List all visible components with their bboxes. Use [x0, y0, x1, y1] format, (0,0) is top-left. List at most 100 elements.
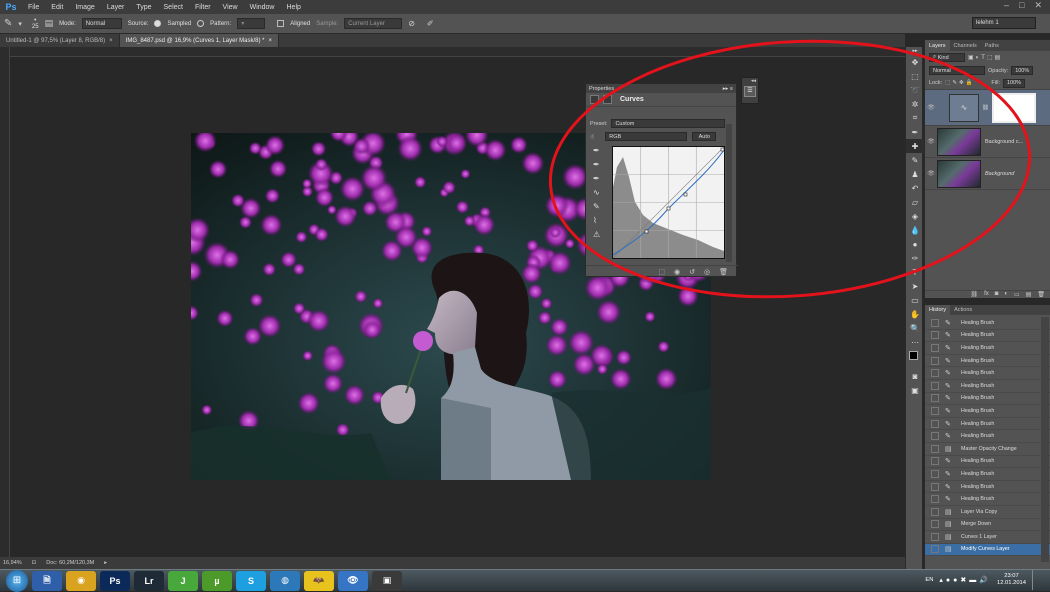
taskbar-batman-icon[interactable]: 🦇 [304, 570, 334, 591]
tool-preset-dropdown[interactable]: ▾ [18, 20, 22, 28]
visibility-eye-icon[interactable]: 👁 [925, 104, 937, 111]
shape-tool-icon[interactable]: ▭ [906, 293, 924, 307]
history-snapshot-checkbox[interactable] [931, 469, 939, 478]
clone-stamp-tool-icon[interactable]: ✎ [4, 18, 12, 29]
source-pattern-radio[interactable] [197, 20, 205, 27]
gray-point-eyedropper-icon[interactable]: ✒ [593, 160, 600, 169]
menu-file[interactable]: File [22, 4, 45, 11]
clock[interactable]: 23:07 12.01.2014 [997, 573, 1026, 587]
history-snapshot-checkbox[interactable] [931, 545, 939, 554]
menu-edit[interactable]: Edit [45, 4, 69, 11]
menu-type[interactable]: Type [130, 4, 157, 11]
collapse-toolbar-icon[interactable]: ▸▸ [906, 47, 924, 55]
mode-select[interactable]: Normal [81, 18, 122, 29]
pattern-picker[interactable]: ▾ [237, 18, 266, 29]
color-swatches[interactable] [906, 349, 924, 369]
paint-bucket-tool-icon[interactable]: ◈ [906, 209, 924, 223]
move-tool-icon[interactable]: ✥ [906, 55, 924, 69]
history-snapshot-checkbox[interactable] [931, 457, 939, 466]
tab-channels[interactable]: Channels [950, 40, 981, 51]
foreground-color-swatch[interactable] [909, 351, 918, 360]
history-snapshot-checkbox[interactable] [931, 369, 939, 378]
layer-style-icon[interactable]: fx [984, 291, 989, 298]
ignore-adjustment-layers-icon[interactable]: ⊘ [408, 19, 415, 28]
zoom-tool-icon[interactable]: 🔍 [906, 321, 924, 335]
crop-tool-icon[interactable]: ⌗ [906, 111, 924, 125]
language-indicator[interactable]: EN [925, 577, 933, 583]
history-item[interactable]: ✎ Healing Brush [925, 355, 1050, 368]
taskbar-browser-icon[interactable]: ◍ [270, 570, 300, 591]
layer-row-background-copy[interactable]: 👁 Background c... [925, 126, 1050, 158]
screen-mode-icon[interactable]: ▣ [906, 383, 924, 397]
history-snapshot-checkbox[interactable] [931, 406, 939, 415]
eyedropper-tool-icon[interactable]: ✒ [906, 125, 924, 139]
status-arrow-icon[interactable]: ▸ [104, 560, 107, 566]
history-snapshot-checkbox[interactable] [931, 444, 939, 453]
history-snapshot-checkbox[interactable] [931, 343, 939, 352]
taskbar-jdownloader-icon[interactable]: J [168, 570, 198, 591]
edit-points-icon[interactable]: ∿ [593, 188, 600, 197]
black-point-eyedropper-icon[interactable]: ✒ [593, 146, 600, 155]
layer-row-background[interactable]: 👁 Background [925, 158, 1050, 190]
opacity-input[interactable]: 100% [1011, 66, 1034, 75]
history-item[interactable]: ✎ Healing Brush [925, 456, 1050, 469]
chain-link-icon[interactable]: ⛓ [982, 105, 989, 111]
layer-mask-thumb[interactable] [991, 92, 1036, 123]
history-snapshot-checkbox[interactable] [931, 331, 939, 340]
history-snapshot-checkbox[interactable] [931, 356, 939, 365]
history-item[interactable]: ✎ Healing Brush [925, 342, 1050, 355]
tray-icons[interactable]: ▴●●✖▬🔊 [939, 576, 991, 584]
history-item[interactable]: ✎ Healing Brush [925, 430, 1050, 443]
history-item[interactable]: ✎ Healing Brush [925, 393, 1050, 406]
taskbar-lightroom-icon[interactable]: Lr [134, 570, 164, 591]
tab-layers[interactable]: Layers [925, 40, 950, 51]
history-snapshot-checkbox[interactable] [931, 394, 939, 403]
channel-select[interactable]: RGB [605, 132, 688, 141]
preset-select[interactable]: Custom [611, 119, 726, 128]
pressure-size-icon[interactable]: ✐ [427, 19, 434, 28]
history-item[interactable]: ▤ Curves 1 Layer [925, 531, 1050, 544]
history-brush-tool-icon[interactable]: ↶ [906, 181, 924, 195]
adjustment-icon[interactable] [590, 95, 599, 104]
smooth-icon[interactable]: ⌇ [593, 216, 600, 225]
delete-layer-icon[interactable]: 🗑 [1037, 291, 1045, 298]
source-sampled-radio[interactable] [154, 20, 162, 27]
curves-graph[interactable] [612, 146, 725, 259]
aligned-checkbox[interactable] [277, 20, 285, 27]
layer-row-curves[interactable]: 👁 ∿ ⛓ [925, 90, 1050, 126]
new-adjustment-icon[interactable]: ◐ [1004, 291, 1008, 298]
pencil-draw-icon[interactable]: ✎ [593, 202, 600, 211]
properties-panel-icon[interactable]: ☰ [744, 86, 756, 97]
new-layer-icon[interactable]: ▤ [1026, 291, 1032, 298]
menu-view[interactable]: View [217, 4, 244, 11]
clip-to-layer-icon[interactable]: ⬚ [658, 268, 665, 276]
taskbar-file-manager-icon[interactable]: 🗎 [32, 570, 62, 591]
visibility-eye-icon[interactable]: ◎ [704, 268, 710, 276]
quick-selection-tool-icon[interactable]: ✲ [906, 97, 924, 111]
show-desktop-button[interactable] [1032, 570, 1040, 590]
properties-title-bar[interactable]: Properties ▸▸ ≡ [586, 84, 736, 93]
minimize-button[interactable]: – [1004, 0, 1009, 11]
zoom-level[interactable]: 16,94% [3, 560, 22, 566]
ruler-vertical[interactable] [0, 47, 10, 557]
delete-adjustment-icon[interactable]: 🗑 [719, 268, 728, 276]
blend-mode-select[interactable]: Normal [929, 66, 985, 75]
history-item[interactable]: ✎ Healing Brush [925, 380, 1050, 393]
history-item[interactable]: ✎ Healing Brush [925, 468, 1050, 481]
close-tab-icon[interactable]: × [268, 38, 272, 44]
blur-tool-icon[interactable]: 💧 [906, 223, 924, 237]
history-snapshot-checkbox[interactable] [931, 381, 939, 390]
lock-icons[interactable]: ⬚✎✥🔒 [945, 80, 974, 86]
tab-actions[interactable]: Actions [950, 305, 976, 315]
filter-icons[interactable]: ▣◐T⬚▤ [968, 54, 1002, 61]
path-selection-tool-icon[interactable]: ➤ [906, 279, 924, 293]
type-tool-icon[interactable]: T [906, 265, 924, 279]
maximize-button[interactable]: □ [1019, 0, 1024, 11]
taskbar-chrome-icon[interactable]: ◉ [66, 570, 96, 591]
start-button[interactable]: ⊞ [6, 569, 28, 592]
history-item[interactable]: ✎ Healing Brush [925, 405, 1050, 418]
history-item[interactable]: ✎ Healing Brush [925, 317, 1050, 330]
quick-mask-icon[interactable]: ◙ [906, 369, 924, 383]
taskbar-photoshop-icon[interactable]: Ps [100, 570, 130, 591]
brush-size-picker[interactable]: • 25 [32, 17, 39, 30]
